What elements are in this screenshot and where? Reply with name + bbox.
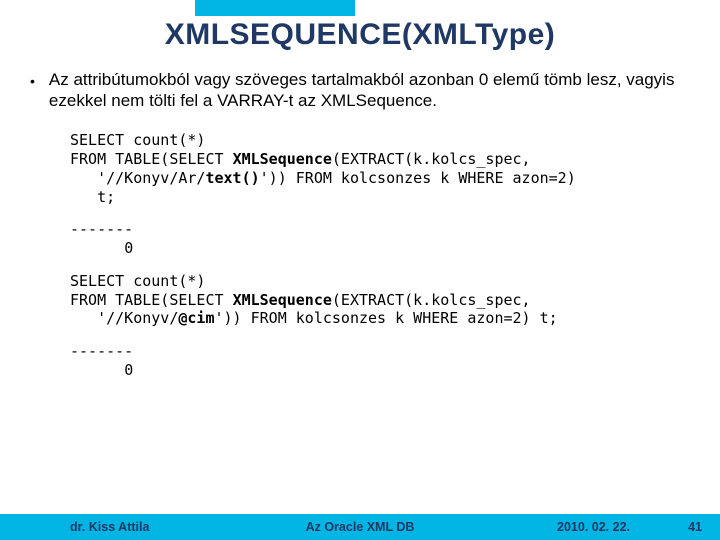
slide-title: XMLSEQUENCE(XMLType) [0,0,720,70]
top-accent-bar [195,0,355,16]
code-block-2: SELECT count(*) FROM TABLE(SELECT XMLSeq… [70,272,720,328]
bullet-text: Az attribútumokból vagy szöveges tartalm… [49,70,690,111]
footer-author: dr. Kiss Attila [70,520,149,534]
bullet-marker: • [30,70,49,111]
bullet-item: • Az attribútumokból vagy szöveges tarta… [0,70,720,111]
code-block-1: SELECT count(*) FROM TABLE(SELECT XMLSeq… [70,131,720,206]
output-block-2: ------- 0 [70,342,720,380]
output-block-1: ------- 0 [70,220,720,258]
footer-date: 2010. 02. 22. [557,520,630,534]
code-region: SELECT count(*) FROM TABLE(SELECT XMLSeq… [0,111,720,379]
footer-page-number: 41 [688,520,702,534]
slide-footer: dr. Kiss Attila Az Oracle XML DB 2010. 0… [0,514,720,540]
